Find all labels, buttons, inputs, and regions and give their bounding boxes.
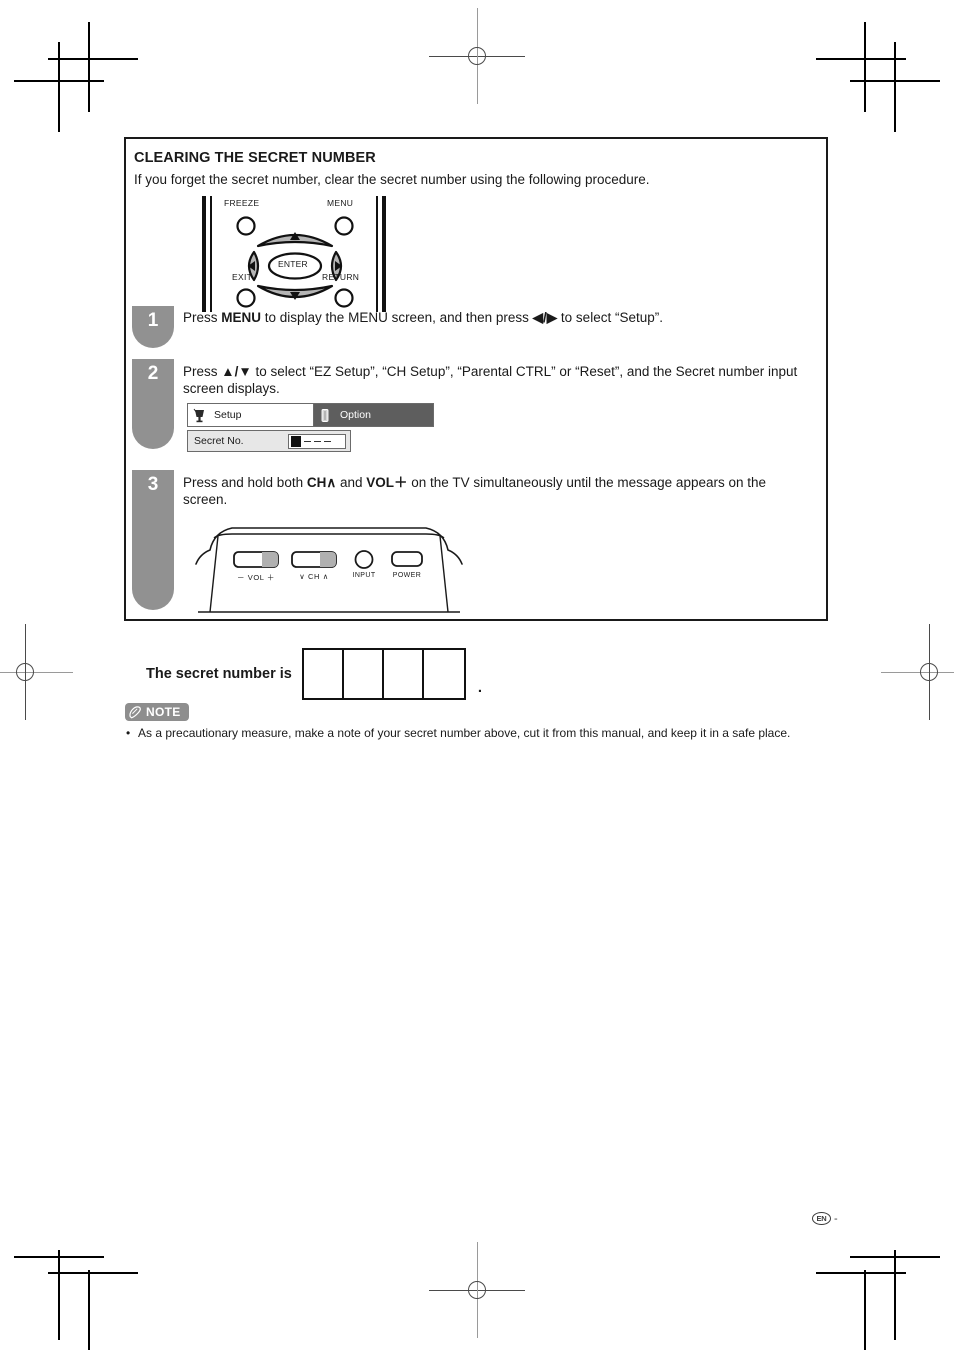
osd-tab-setup-label: Setup bbox=[214, 409, 242, 421]
secret-number-label: The secret number is bbox=[146, 666, 292, 682]
note-badge: NOTE bbox=[125, 703, 189, 721]
step-marker-3: 3 bbox=[132, 470, 174, 610]
tv-control-label-ch: ∨ CH ∧ bbox=[299, 572, 329, 581]
step-3-rich: Press and hold both CH∧ and VOL＋ on the … bbox=[183, 475, 766, 508]
crop-mark-tl-v1 bbox=[58, 42, 60, 132]
registration-mark-bottom bbox=[429, 1242, 525, 1338]
osd-tab-bar: Setup Option bbox=[187, 403, 434, 427]
note-bullet: • bbox=[126, 726, 131, 740]
page-title: CLEARING THE SECRET NUMBER bbox=[134, 150, 376, 166]
secret-digit-box[interactable] bbox=[383, 650, 424, 698]
crop-mark-tr-v1 bbox=[894, 42, 896, 132]
osd-secret-no-entry[interactable] bbox=[288, 434, 346, 449]
crop-mark-bl-v2 bbox=[88, 1270, 90, 1350]
remote-control-svg bbox=[202, 196, 386, 312]
secret-number-boxes[interactable] bbox=[301, 648, 466, 700]
osd-secret-no-label: Secret No. bbox=[194, 435, 244, 447]
remote-label-return: RETURN bbox=[322, 272, 360, 282]
osd-input-dash bbox=[314, 440, 321, 443]
page-number-dash: - bbox=[834, 1212, 838, 1225]
osd-input-dash bbox=[304, 440, 311, 443]
step-text-1: Press MENU to display the MENU screen, a… bbox=[183, 309, 803, 326]
step-marker-2: 2 bbox=[132, 359, 174, 449]
option-icon bbox=[321, 408, 329, 422]
secret-digit-box[interactable] bbox=[303, 650, 344, 698]
section-intro-text: If you forget the secret number, clear t… bbox=[134, 172, 650, 187]
registration-mark-right bbox=[881, 624, 954, 720]
remote-label-enter: ENTER bbox=[278, 259, 308, 269]
step-number-1: 1 bbox=[147, 310, 159, 331]
tv-front-panel-svg bbox=[195, 527, 463, 613]
step-text-2: Press ▲/▼ to select “EZ Setup”, “CH Setu… bbox=[183, 363, 801, 397]
note-body: As a precautionary measure, make a note … bbox=[138, 726, 791, 740]
setup-icon bbox=[193, 408, 204, 422]
crop-mark-br-v1 bbox=[894, 1250, 896, 1340]
note-text-row: • As a precautionary measure, make a not… bbox=[126, 726, 886, 741]
secret-number-period: . bbox=[477, 679, 483, 696]
clearing-secret-number-panel: CLEARING THE SECRET NUMBER If you forget… bbox=[124, 137, 828, 621]
crop-mark-tl-v2 bbox=[88, 22, 90, 112]
tv-control-label-input: INPUT bbox=[352, 572, 376, 579]
registration-mark-top bbox=[429, 8, 525, 104]
osd-tab-setup[interactable]: Setup bbox=[187, 403, 314, 427]
osd-input-cursor bbox=[291, 436, 301, 447]
step-number-2: 2 bbox=[147, 363, 159, 384]
crop-mark-bl-v1 bbox=[58, 1250, 60, 1340]
crop-mark-tr-v2 bbox=[864, 22, 866, 112]
tv-control-label-power: POWER bbox=[392, 572, 422, 579]
step-text-3: Press and hold both CH∧ and VOL＋ on the … bbox=[183, 474, 803, 508]
crop-mark-tl-h2 bbox=[48, 58, 138, 60]
remote-label-exit: EXIT bbox=[232, 272, 253, 282]
osd-tab-option[interactable]: Option bbox=[314, 403, 434, 427]
crop-mark-tr-h2 bbox=[816, 58, 906, 60]
crop-mark-bl-h2 bbox=[48, 1272, 138, 1274]
osd-tab-option-label: Option bbox=[340, 409, 371, 421]
language-code-badge: EN bbox=[812, 1212, 831, 1225]
remote-label-menu: MENU bbox=[327, 198, 354, 208]
registration-mark-left bbox=[0, 624, 73, 720]
note-badge-label: NOTE bbox=[146, 705, 181, 719]
crop-mark-br-h2 bbox=[816, 1272, 906, 1274]
manual-page: CLEARING THE SECRET NUMBER If you forget… bbox=[0, 0, 954, 1350]
step-2-rich: Press ▲/▼ to select “EZ Setup”, “CH Setu… bbox=[183, 364, 798, 397]
osd-secret-no-field[interactable]: Secret No. bbox=[187, 430, 351, 452]
step-1-rich: Press MENU to display the MENU screen, a… bbox=[183, 310, 663, 325]
tv-front-panel-diagram: － VOL ＋ ∨ CH ∧ INPUT POWER bbox=[188, 514, 478, 622]
remote-label-freeze: FREEZE bbox=[224, 198, 260, 208]
page-footer: EN - bbox=[812, 1212, 838, 1225]
step-number-3: 3 bbox=[147, 474, 159, 495]
secret-digit-box[interactable] bbox=[423, 650, 464, 698]
tv-control-label-vol: － VOL ＋ bbox=[236, 573, 276, 582]
pencil-icon bbox=[129, 705, 141, 718]
secret-digit-box[interactable] bbox=[343, 650, 384, 698]
secret-number-entry-row: The secret number is . bbox=[146, 648, 482, 700]
crop-mark-br-v2 bbox=[864, 1270, 866, 1350]
osd-input-dash bbox=[324, 440, 331, 443]
step-marker-1: 1 bbox=[132, 306, 174, 348]
osd-secret-number-screen: Setup Option Secret No. bbox=[187, 403, 434, 452]
remote-control-diagram: FREEZE MENU ENTER EXIT RETURN bbox=[196, 194, 392, 314]
